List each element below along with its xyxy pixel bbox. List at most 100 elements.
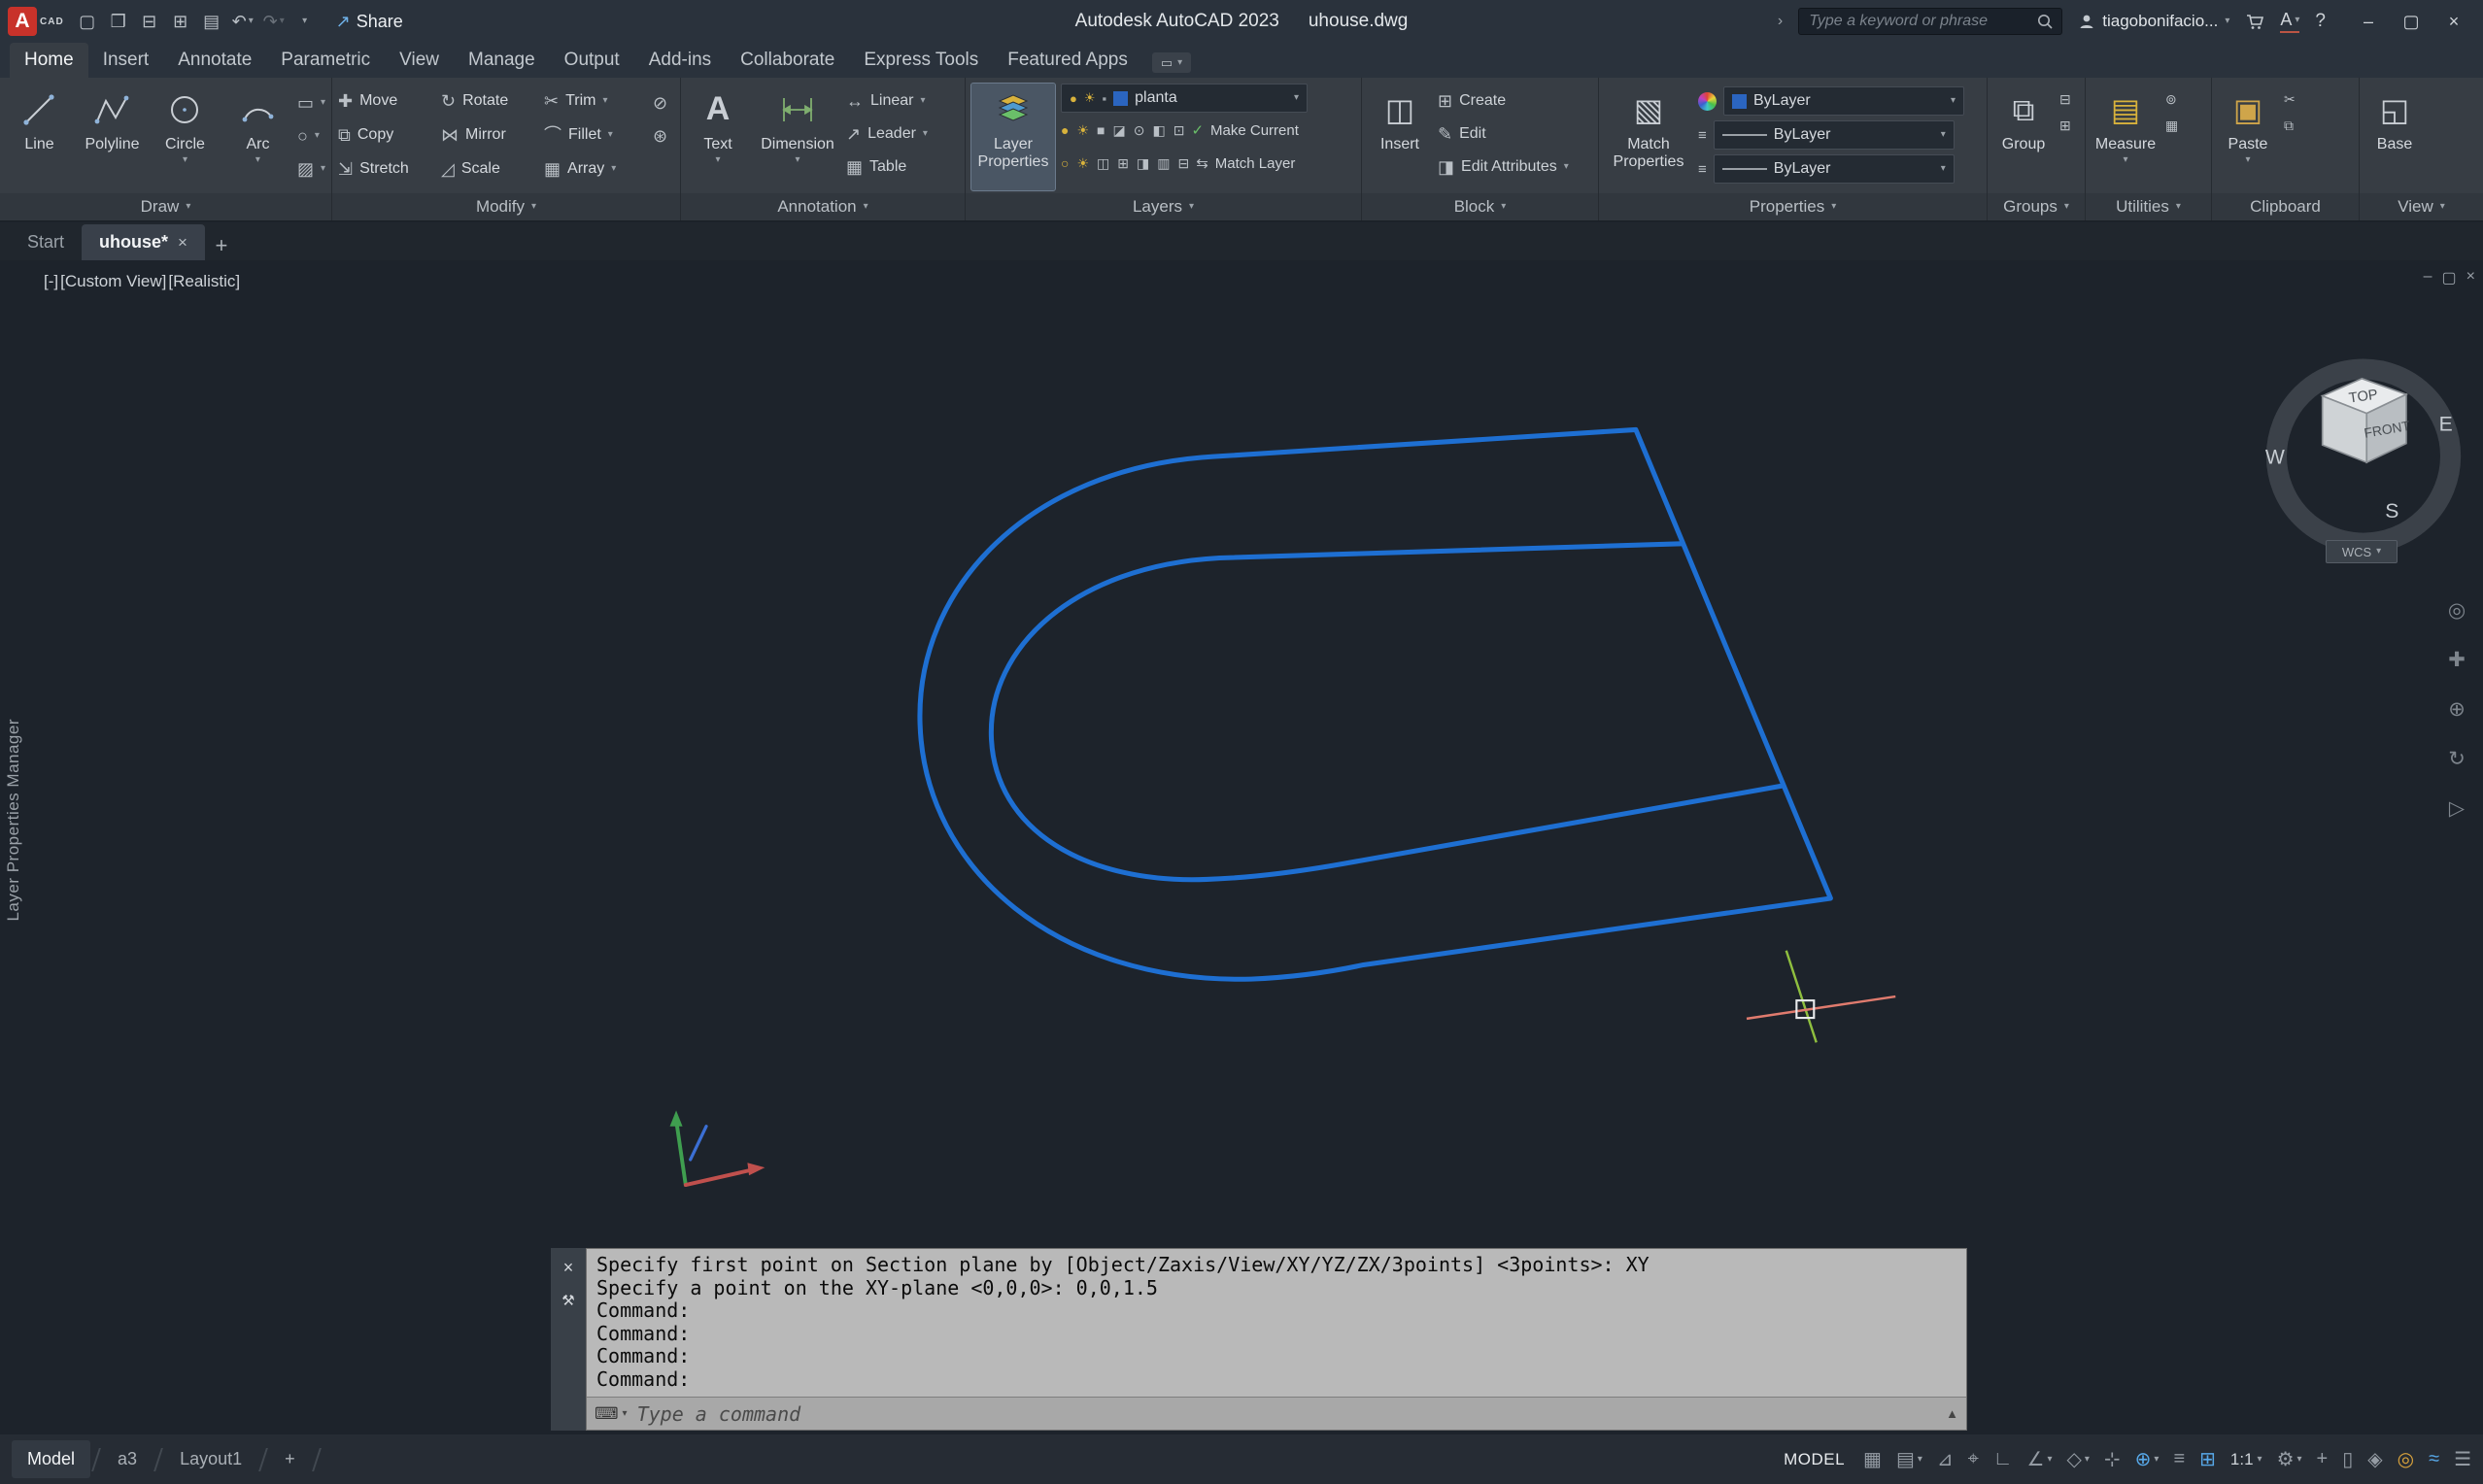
layer-properties-manager-palette-tab[interactable]: Layer Properties Manager <box>4 719 23 922</box>
layer-prev-icon[interactable]: ◫ <box>1097 155 1109 172</box>
layout-tab-a3[interactable]: a3 <box>102 1440 153 1478</box>
cut-tool[interactable]: ✂ <box>2284 87 2296 111</box>
stretch-tool[interactable]: ⇲ Stretch <box>338 160 441 178</box>
help-button[interactable]: ? <box>2315 11 2326 32</box>
close-button[interactable]: × <box>2432 0 2475 43</box>
group-edit-tool[interactable]: ⊞ <box>2059 114 2071 137</box>
edit-attributes-tool[interactable]: ◨ Edit Attributes ▾ <box>1438 152 1569 182</box>
hardware-acceleration-toggle[interactable]: ≈ <box>2429 1448 2439 1470</box>
object-snap-tracking-toggle[interactable]: ⊹ <box>2104 1447 2121 1471</box>
panel-layers-footer[interactable]: Layers ▾ <box>966 193 1361 220</box>
grid-toggle[interactable]: ▦ <box>1863 1447 1882 1471</box>
viewcube-south-label[interactable]: S <box>2385 500 2398 523</box>
file-tab-start[interactable]: Start <box>10 224 82 260</box>
open-file-button[interactable]: ❒ <box>103 6 134 37</box>
tab-annotate[interactable]: Annotate <box>163 43 266 78</box>
layer-isolate-icon[interactable]: ☀ <box>1076 122 1089 139</box>
house-polyline[interactable] <box>917 426 1833 982</box>
panel-groups-footer[interactable]: Groups ▾ <box>1988 193 2085 220</box>
command-history[interactable]: Specify first point on Section plane by … <box>587 1249 1966 1397</box>
save-button[interactable]: ⊟ <box>134 6 165 37</box>
command-window[interactable]: × ⚒ Specify first point on Section plane… <box>551 1248 1967 1431</box>
trial-menu[interactable]: A ▾ <box>2280 10 2300 33</box>
layout-tab-model[interactable]: Model <box>12 1440 91 1478</box>
search-expand-icon[interactable]: › <box>1778 13 1783 30</box>
workspace-switching-button[interactable]: ⚙ ▾ <box>2277 1447 2302 1471</box>
move-tool[interactable]: ✚ Move <box>338 92 441 110</box>
account-menu[interactable]: tiagobonifacio... ▾ <box>2078 12 2229 31</box>
insert-block-tool[interactable]: ◫ Insert <box>1368 84 1432 153</box>
annotation-monitor-toggle[interactable]: + <box>2317 1448 2329 1470</box>
save-as-button[interactable]: ⊞ <box>165 6 196 37</box>
layer-lock-tool-icon[interactable]: ◪ <box>1113 122 1126 139</box>
autocad-logo[interactable]: A <box>8 7 37 36</box>
dimension-tool[interactable]: Dimension ▾ <box>755 84 840 165</box>
zoom-icon[interactable]: ⊕ <box>2448 697 2466 722</box>
object-snap-toggle[interactable]: ⊕ ▾ <box>2135 1447 2160 1471</box>
tab-view[interactable]: View <box>385 43 454 78</box>
layer-delete-icon[interactable]: ◨ <box>1137 155 1149 172</box>
make-current-button[interactable]: Make Current <box>1210 122 1299 139</box>
ribbon-display-toggle[interactable]: ▭ ▾ <box>1151 52 1192 73</box>
quick-calc-tool[interactable]: ▦ <box>2165 114 2178 137</box>
file-tab-close-icon[interactable]: × <box>178 233 187 253</box>
lock-ui-button[interactable]: ◈ <box>2367 1447 2382 1471</box>
group-tool[interactable]: ⧉ Group <box>1993 84 2054 153</box>
layer-off-icon[interactable]: ● <box>1061 122 1069 139</box>
search-icon[interactable] <box>2036 13 2054 30</box>
viewport-minimize-icon[interactable]: – <box>2424 268 2432 287</box>
new-drawing-tab-button[interactable]: + <box>205 231 238 260</box>
tab-add-ins[interactable]: Add-ins <box>634 43 726 78</box>
viewcube-east-label[interactable]: E <box>2439 414 2453 436</box>
copy-tool[interactable]: ⧉ Copy <box>338 126 441 144</box>
orbit-icon[interactable]: ↻ <box>2448 747 2466 771</box>
app-store-cart-icon[interactable] <box>2245 12 2264 31</box>
isometric-drafting-toggle[interactable]: ◇ ▾ <box>2066 1447 2089 1471</box>
search-box[interactable] <box>1798 8 2063 35</box>
match-layer-button[interactable]: Match Layer <box>1215 155 1296 172</box>
panel-draw-footer[interactable]: Draw ▾ <box>0 193 331 220</box>
rectangle-tool[interactable]: ▭ ▾ <box>297 87 325 118</box>
linear-dimension-tool[interactable]: ↔ Linear ▾ <box>846 85 928 116</box>
selection-cycling-toggle[interactable]: ⊞ <box>2199 1447 2216 1471</box>
lineweight-toggle[interactable]: ≡ <box>2173 1448 2185 1470</box>
viewport-restore-icon[interactable]: ▢ <box>2442 268 2457 287</box>
panel-annotation-footer[interactable]: Annotation ▾ <box>681 193 965 220</box>
viewport-close-icon[interactable]: × <box>2466 268 2475 287</box>
wcs-dropdown[interactable]: WCS ▾ <box>2326 540 2398 563</box>
customization-menu-button[interactable]: ☰ <box>2454 1447 2471 1471</box>
linetype-dropdown[interactable]: ByLayer ▾ <box>1713 154 1955 184</box>
copy-clip-tool[interactable]: ⧉ <box>2284 114 2296 137</box>
show-motion-icon[interactable]: ▷ <box>2449 796 2465 821</box>
tab-manage[interactable]: Manage <box>454 43 550 78</box>
layer-color-swatch[interactable] <box>1113 90 1129 106</box>
polyline-tool[interactable]: Polyline <box>79 84 146 153</box>
plot-button[interactable]: ▤ <box>196 6 227 37</box>
layer-thaw-all-icon[interactable]: ☀ <box>1076 155 1089 172</box>
viewport-menu-button[interactable]: [-] <box>43 272 59 291</box>
mirror-tool[interactable]: ⋈ Mirror <box>441 126 544 144</box>
text-tool[interactable]: A Text ▾ <box>687 84 749 165</box>
layer-freeze-icon[interactable]: ■ <box>1097 122 1105 139</box>
layer-thaw-icon[interactable]: ☀ <box>1084 90 1096 106</box>
create-block-tool[interactable]: ⊞ Create <box>1438 85 1569 116</box>
layer-unlock-icon[interactable]: ⊙ <box>1134 122 1145 139</box>
infer-constraints-toggle[interactable]: ⊿ <box>1937 1447 1954 1471</box>
ellipse-tool[interactable]: ○ ▾ <box>297 120 325 151</box>
panel-view-footer[interactable]: View ▾ <box>2360 193 2483 220</box>
paste-tool[interactable]: ▣ Paste ▾ <box>2218 84 2278 165</box>
circle-tool[interactable]: Circle ▾ <box>152 84 219 165</box>
layer-walk-icon[interactable]: ◧ <box>1152 122 1165 139</box>
leader-tool[interactable]: ↗ Leader ▾ <box>846 118 928 149</box>
tab-home[interactable]: Home <box>10 43 88 78</box>
explode-tool[interactable]: ⊛ <box>653 120 667 151</box>
tab-output[interactable]: Output <box>550 43 634 78</box>
command-close-icon[interactable]: × <box>563 1258 574 1278</box>
search-input[interactable] <box>1807 12 2031 31</box>
layer-on-all-icon[interactable]: ○ <box>1061 155 1069 172</box>
polar-tracking-toggle[interactable]: ∠ ▾ <box>2027 1447 2053 1471</box>
minimize-button[interactable]: – <box>2347 0 2390 43</box>
layer-merge-icon[interactable]: ⊞ <box>1117 155 1129 172</box>
tab-parametric[interactable]: Parametric <box>266 43 385 78</box>
new-file-button[interactable]: ▢ <box>72 6 103 37</box>
